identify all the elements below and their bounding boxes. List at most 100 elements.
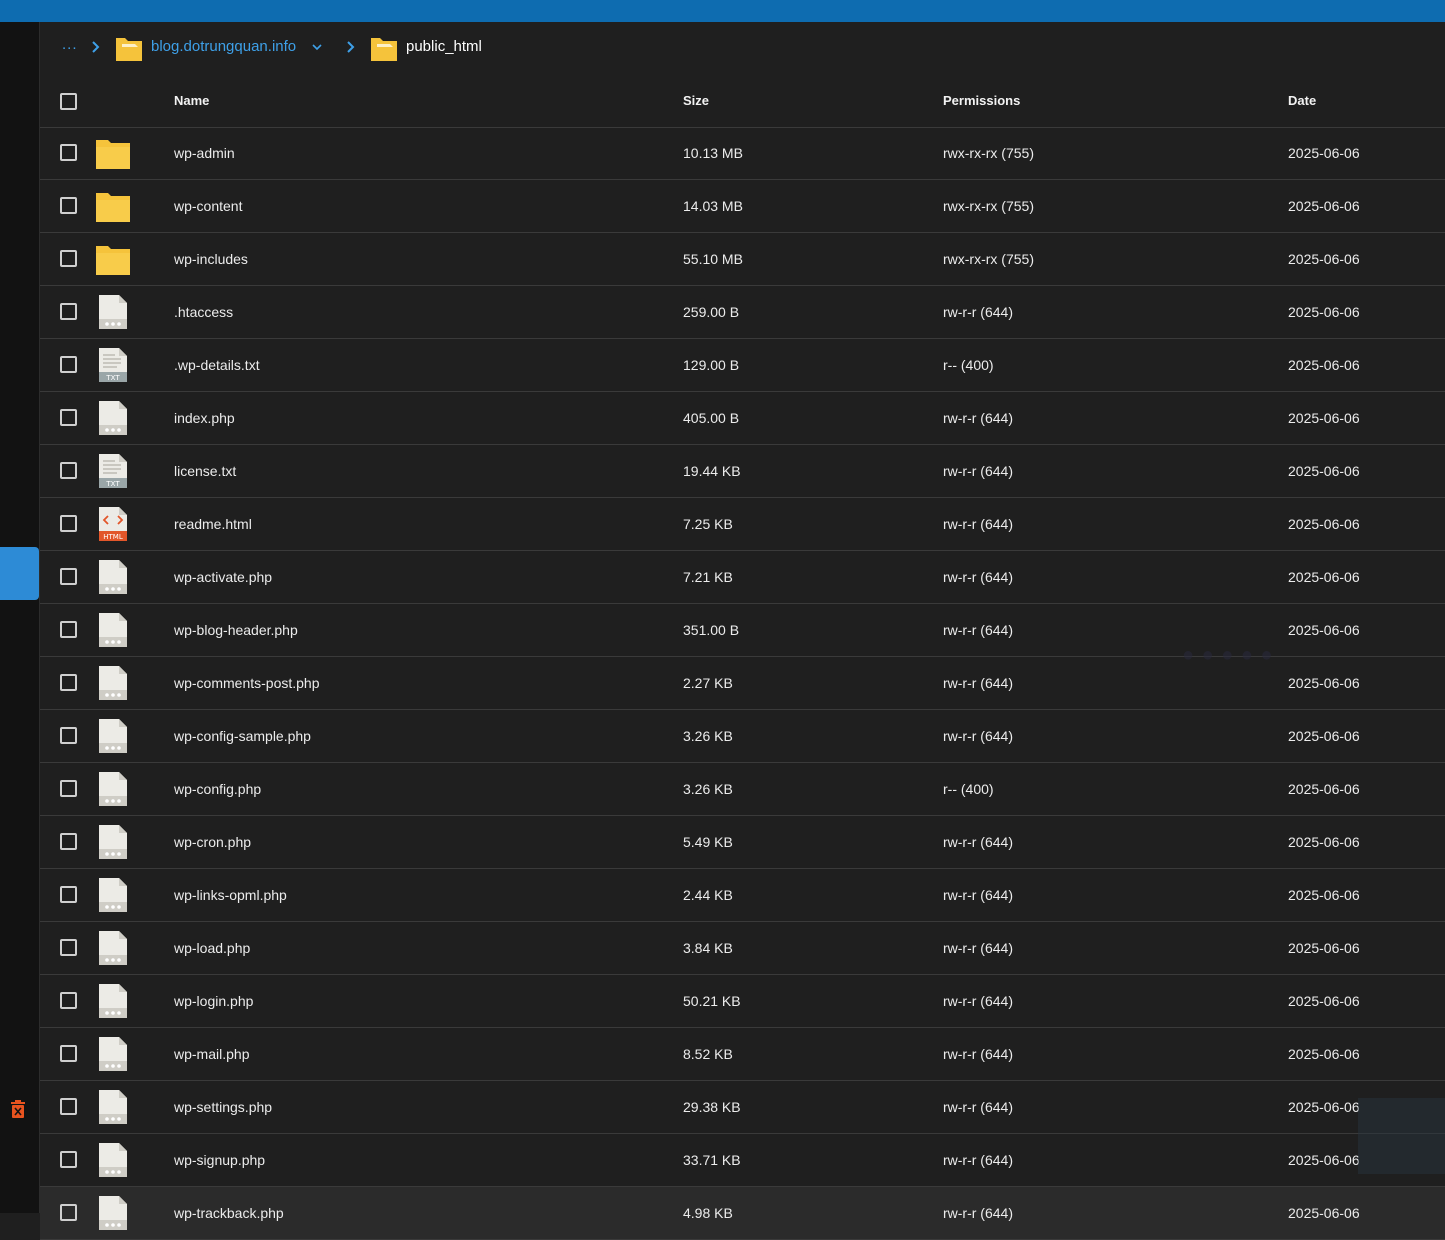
row-checkbox[interactable] [60,409,77,426]
file-permissions[interactable]: rw-r-r (644) [943,887,1013,903]
file-name[interactable]: license.txt [174,463,236,479]
breadcrumb-ellipsis[interactable]: ... [62,36,78,53]
top-bar [0,0,1445,22]
file-size: 129.00 B [683,357,740,373]
table-row[interactable]: index.php 405.00 B rw-r-r (644) 2025-06-06 [40,392,1445,445]
file-permissions[interactable]: rw-r-r (644) [943,1099,1013,1115]
table-row[interactable]: wp-config-sample.php 3.26 KB rw-r-r (644) 2… [40,710,1445,763]
file-permissions[interactable]: rw-r-r (644) [943,516,1013,532]
file-permissions[interactable]: rw-r-r (644) [943,728,1013,744]
column-header-name[interactable]: Name [174,93,209,108]
file-name[interactable]: wp-comments-post.php [174,675,320,691]
row-checkbox[interactable] [60,1045,77,1062]
file-permissions[interactable]: rw-r-r (644) [943,1152,1013,1168]
file-permissions[interactable]: rw-r-r (644) [943,940,1013,956]
file-name[interactable]: wp-config-sample.php [174,728,311,744]
file-permissions[interactable]: rwx-rx-rx (755) [943,145,1034,161]
file-permissions[interactable]: rw-r-r (644) [943,410,1013,426]
row-checkbox[interactable] [60,992,77,1009]
row-checkbox[interactable] [60,621,77,638]
table-row[interactable]: wp-config.php 3.26 KB r-- (400) 2025-06-06 [40,763,1445,816]
file-name[interactable]: wp-content [174,198,242,214]
sidebar-active-item[interactable] [0,547,39,600]
file-icon [95,1196,131,1230]
file-name[interactable]: readme.html [174,516,252,532]
row-checkbox[interactable] [60,939,77,956]
table-row[interactable]: wp-cron.php 5.49 KB rw-r-r (644) 2025-06-06 [40,816,1445,869]
select-all-checkbox[interactable] [60,93,77,110]
column-header-date[interactable]: Date [1288,93,1316,108]
file-permissions[interactable]: rw-r-r (644) [943,622,1013,638]
file-name[interactable]: .wp-details.txt [174,357,260,373]
file-permissions[interactable]: rwx-rx-rx (755) [943,198,1034,214]
file-icon [95,666,131,700]
file-date: 2025-06-06 [1288,728,1360,744]
table-row[interactable]: TXT license.txt 19.44 KB rw-r-r (644) 2025-0… [40,445,1445,498]
row-checkbox[interactable] [60,833,77,850]
table-row[interactable]: wp-load.php 3.84 KB rw-r-r (644) 2025-06-06 [40,922,1445,975]
row-checkbox[interactable] [60,515,77,532]
file-name[interactable]: wp-load.php [174,940,250,956]
file-manager: ... blog.dotrungquan.info public_html Na… [40,22,1445,1240]
file-name[interactable]: wp-login.php [174,993,253,1009]
file-permissions[interactable]: r-- (400) [943,781,994,797]
row-checkbox[interactable] [60,356,77,373]
file-name[interactable]: wp-mail.php [174,1046,249,1062]
chevron-down-icon[interactable] [312,42,322,52]
row-checkbox[interactable] [60,144,77,161]
file-permissions[interactable]: rw-r-r (644) [943,569,1013,585]
file-name[interactable]: wp-includes [174,251,248,267]
file-permissions[interactable]: rw-r-r (644) [943,675,1013,691]
row-checkbox[interactable] [60,727,77,744]
file-permissions[interactable]: rw-r-r (644) [943,1205,1013,1221]
row-checkbox[interactable] [60,462,77,479]
row-checkbox[interactable] [60,886,77,903]
table-row[interactable]: wp-mail.php 8.52 KB rw-r-r (644) 2025-06-06 [40,1028,1445,1081]
file-name[interactable]: wp-links-opml.php [174,887,287,903]
file-date: 2025-06-06 [1288,1046,1360,1062]
table-row[interactable]: wp-login.php 50.21 KB rw-r-r (644) 2025-06-… [40,975,1445,1028]
file-name[interactable]: wp-config.php [174,781,261,797]
file-name[interactable]: wp-blog-header.php [174,622,298,638]
table-row[interactable]: wp-links-opml.php 2.44 KB rw-r-r (644) 2025… [40,869,1445,922]
row-checkbox[interactable] [60,303,77,320]
file-permissions[interactable]: rw-r-r (644) [943,993,1013,1009]
table-row[interactable]: HTML readme.html 7.25 KB rw-r-r (644) 2025-0… [40,498,1445,551]
row-checkbox[interactable] [60,780,77,797]
column-header-size[interactable]: Size [683,93,709,108]
row-checkbox[interactable] [60,674,77,691]
file-name[interactable]: index.php [174,410,235,426]
row-checkbox[interactable] [60,568,77,585]
file-name[interactable]: wp-trackback.php [174,1205,284,1221]
file-name[interactable]: wp-cron.php [174,834,251,850]
table-row[interactable]: wp-trackback.php 4.98 KB rw-r-r (644) 2025-… [40,1187,1445,1240]
table-row[interactable]: wp-content 14.03 MB rwx-rx-rx (755) 2025-06… [40,180,1445,233]
file-name[interactable]: wp-admin [174,145,235,161]
file-permissions[interactable]: rw-r-r (644) [943,304,1013,320]
file-permissions[interactable]: rw-r-r (644) [943,1046,1013,1062]
file-name[interactable]: wp-activate.php [174,569,272,585]
table-row[interactable]: wp-includes 55.10 MB rwx-rx-rx (755) 2025-0… [40,233,1445,286]
file-permissions[interactable]: rw-r-r (644) [943,834,1013,850]
breadcrumb-domain[interactable]: blog.dotrungquan.info [151,38,296,55]
row-checkbox[interactable] [60,197,77,214]
row-checkbox[interactable] [60,1151,77,1168]
file-permissions[interactable]: rwx-rx-rx (755) [943,251,1034,267]
table-row[interactable]: wp-comments-post.php 2.27 KB rw-r-r (644) 2… [40,657,1445,710]
file-name[interactable]: .htaccess [174,304,233,320]
table-row[interactable]: wp-activate.php 7.21 KB rw-r-r (644) 2025-0… [40,551,1445,604]
table-row[interactable]: wp-admin 10.13 MB rwx-rx-rx (755) 2025-06-0… [40,127,1445,180]
trash-icon[interactable] [10,1100,26,1118]
table-row[interactable]: .htaccess 259.00 B rw-r-r (644) 2025-06-06 [40,286,1445,339]
file-name[interactable]: wp-signup.php [174,1152,265,1168]
file-name[interactable]: wp-settings.php [174,1099,272,1115]
file-permissions[interactable]: r-- (400) [943,357,994,373]
table-row[interactable]: wp-settings.php 29.38 KB rw-r-r (644) 2025-… [40,1081,1445,1134]
file-permissions[interactable]: rw-r-r (644) [943,463,1013,479]
table-row[interactable]: wp-blog-header.php 351.00 B rw-r-r (644) 20… [40,604,1445,657]
row-checkbox[interactable] [60,1098,77,1115]
table-row[interactable]: TXT .wp-details.txt 129.00 B r-- (400) 2025-… [40,339,1445,392]
row-checkbox[interactable] [60,250,77,267]
table-row[interactable]: wp-signup.php 33.71 KB rw-r-r (644) 2025-06… [40,1134,1445,1187]
column-header-permissions[interactable]: Permissions [943,93,1020,108]
